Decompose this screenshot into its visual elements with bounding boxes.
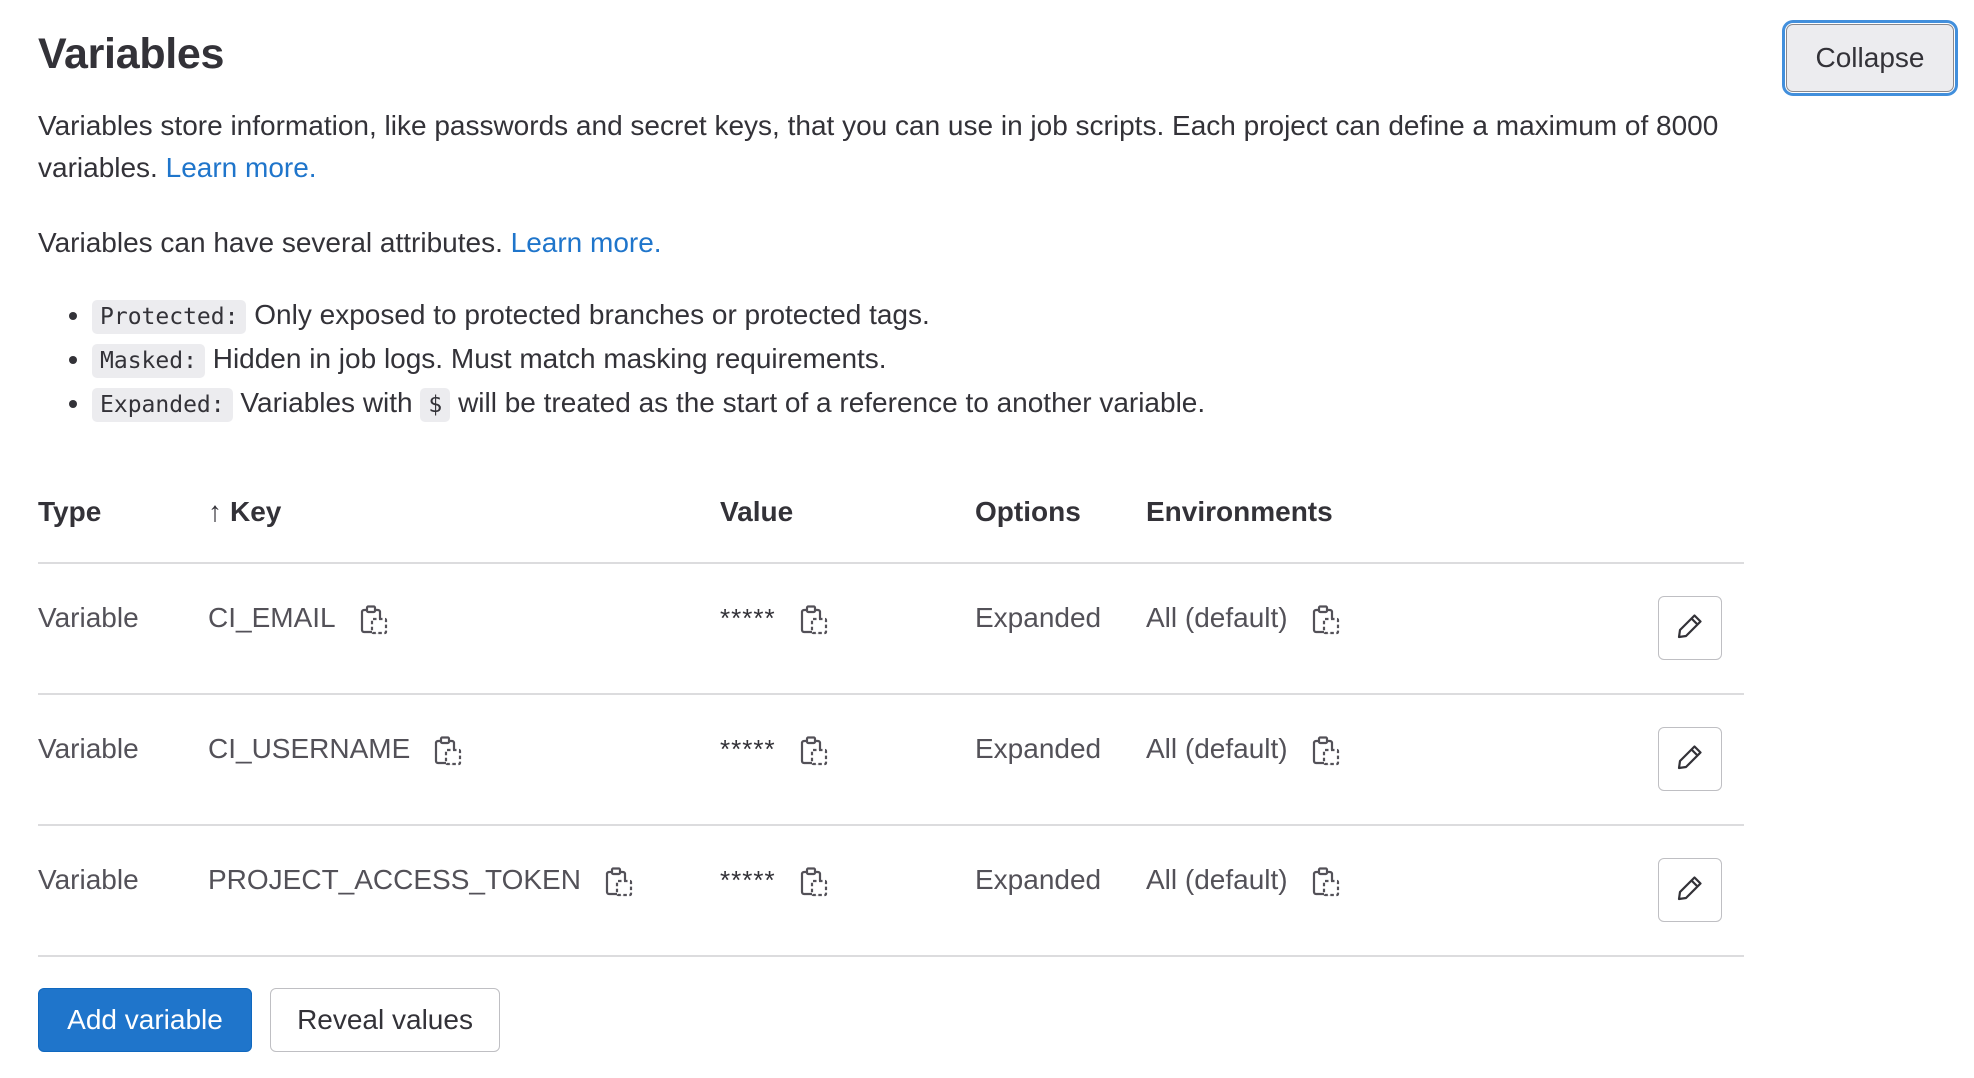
attribute-text-protected: Only exposed to protected branches or pr… [254, 299, 930, 330]
pencil-icon [1675, 873, 1705, 908]
attribute-code-protected: Protected: [92, 300, 247, 334]
copy-environment-icon[interactable] [1312, 604, 1340, 636]
attribute-item-protected: Protected: Only exposed to protected bra… [92, 294, 1205, 338]
add-variable-button[interactable]: Add variable [38, 988, 252, 1052]
learn-more-link[interactable]: Learn more. [166, 152, 317, 183]
variable-environment-cell: All (default) [1146, 602, 1340, 636]
copy-key-icon[interactable] [434, 735, 462, 767]
attribute-text-masked: Hidden in job logs. Must match masking r… [212, 343, 887, 374]
attribute-text-expanded-before: Variables with [240, 387, 413, 418]
variable-key-cell: CI_USERNAME [208, 733, 462, 767]
table-row: Variable CI_EMAIL ***** Expanded All (de… [38, 564, 1744, 695]
attribute-item-expanded: Expanded: Variables with $ will be treat… [92, 382, 1205, 426]
variable-type: Variable [38, 602, 139, 633]
variable-value-cell: ***** [720, 864, 828, 898]
variable-value: ***** [720, 734, 776, 764]
column-header-options: Options [975, 496, 1081, 527]
variable-value-cell: ***** [720, 733, 828, 767]
collapse-button[interactable]: Collapse [1786, 24, 1954, 92]
variable-environment: All (default) [1146, 733, 1288, 764]
edit-variable-button[interactable] [1658, 727, 1722, 791]
variables-description: Variables store information, like passwo… [38, 105, 1758, 189]
attributes-description: Variables can have several attributes. L… [38, 222, 1758, 264]
variable-value-cell: ***** [720, 602, 828, 636]
column-header-value: Value [720, 496, 794, 527]
attribute-code-masked: Masked: [92, 344, 205, 378]
variable-key-cell: PROJECT_ACCESS_TOKEN [208, 864, 633, 898]
column-header-type: Type [38, 496, 102, 527]
variable-options: Expanded [975, 733, 1102, 764]
attribute-text-expanded-after: will be treated as the start of a refere… [458, 387, 1206, 418]
table-header: Type ↑ Key Value Options Environments [38, 474, 1744, 564]
variable-key: CI_EMAIL [208, 602, 336, 633]
variable-type: Variable [38, 733, 139, 764]
variable-value: ***** [720, 603, 776, 633]
copy-value-icon[interactable] [800, 735, 828, 767]
page-title: Variables [38, 30, 225, 78]
variable-key: CI_USERNAME [208, 733, 411, 764]
copy-key-icon[interactable] [360, 604, 388, 636]
attributes-text: Variables can have several attributes. [38, 227, 503, 258]
variables-table: Type ↑ Key Value Options Environments Var… [38, 474, 1744, 957]
reveal-values-button[interactable]: Reveal values [270, 988, 500, 1052]
variable-value: ***** [720, 865, 776, 895]
variable-type: Variable [38, 864, 139, 895]
variable-environment-cell: All (default) [1146, 864, 1340, 898]
variable-options: Expanded [975, 602, 1102, 633]
variable-environment-cell: All (default) [1146, 733, 1340, 767]
variable-key: PROJECT_ACCESS_TOKEN [208, 864, 581, 895]
table-row: Variable CI_USERNAME ***** Expanded All … [38, 695, 1744, 826]
attribute-item-masked: Masked: Hidden in job logs. Must match m… [92, 338, 1205, 382]
pencil-icon [1675, 611, 1705, 646]
column-header-key[interactable]: ↑ Key [208, 496, 281, 528]
attribute-code-expanded: Expanded: [92, 388, 233, 422]
edit-variable-button[interactable] [1658, 858, 1722, 922]
dollar-code: $ [420, 388, 451, 422]
copy-environment-icon[interactable] [1312, 866, 1340, 898]
copy-environment-icon[interactable] [1312, 735, 1340, 767]
table-row: Variable PROJECT_ACCESS_TOKEN ***** Expa… [38, 826, 1744, 957]
edit-variable-button[interactable] [1658, 596, 1722, 660]
copy-value-icon[interactable] [800, 866, 828, 898]
attributes-learn-more-link[interactable]: Learn more. [511, 227, 662, 258]
copy-value-icon[interactable] [800, 604, 828, 636]
column-header-environments: Environments [1146, 496, 1333, 527]
sort-arrow-icon: ↑ [208, 496, 222, 527]
column-header-key-label: Key [230, 496, 282, 527]
variable-key-cell: CI_EMAIL [208, 602, 388, 636]
variable-options: Expanded [975, 864, 1102, 895]
variable-environment: All (default) [1146, 602, 1288, 633]
attributes-list: Protected: Only exposed to protected bra… [38, 294, 1205, 426]
copy-key-icon[interactable] [605, 866, 633, 898]
variable-environment: All (default) [1146, 864, 1288, 895]
pencil-icon [1675, 742, 1705, 777]
